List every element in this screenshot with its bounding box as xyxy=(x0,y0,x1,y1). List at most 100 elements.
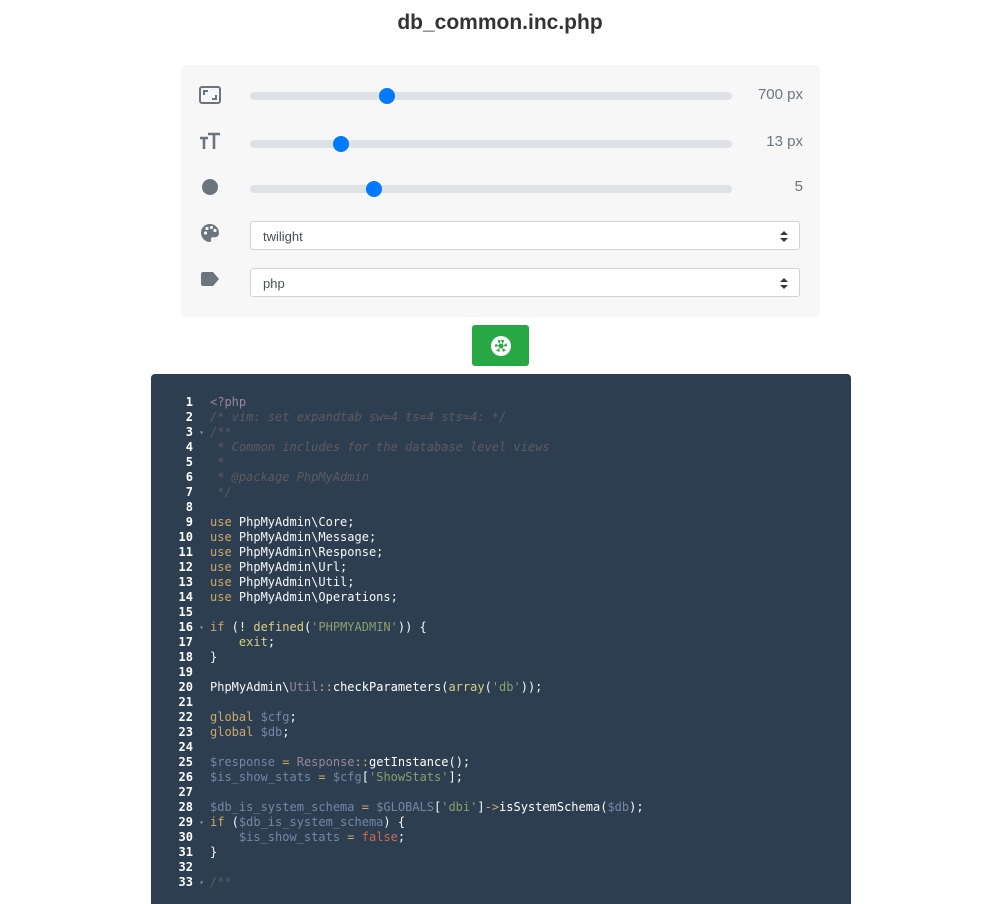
code-line: 33 ▾/** xyxy=(151,875,851,890)
line-text: exit; xyxy=(238,635,276,649)
line-number: 17 xyxy=(178,635,193,649)
code-line: 32 xyxy=(151,860,851,875)
line-text: * Common includes for the database level… xyxy=(210,440,550,454)
line-text: PhpMyAdmin\Util::checkParameters(array('… xyxy=(210,680,543,694)
fold-gutter xyxy=(193,440,210,455)
line-text: } xyxy=(210,650,218,664)
width-row: 700 px xyxy=(181,84,820,106)
code-line: 30 $is_show_stats = false; xyxy=(151,830,851,845)
fold-gutter xyxy=(193,575,210,590)
width-slider-thumb[interactable] xyxy=(379,88,396,104)
line-text: /** xyxy=(210,425,232,439)
line-number: 19 xyxy=(178,665,193,679)
line-text: } xyxy=(210,845,218,859)
padding-slider-thumb[interactable] xyxy=(365,181,382,197)
code-line: 22 global $cfg; xyxy=(151,710,851,725)
fold-arrow-icon[interactable]: ▾ xyxy=(193,875,210,890)
width-slider[interactable] xyxy=(250,88,732,104)
expand-icon xyxy=(199,84,221,106)
fold-gutter xyxy=(193,830,210,845)
line-text: use PhpMyAdmin\Util; xyxy=(210,575,355,589)
code-line: 20 PhpMyAdmin\Util::checkParameters(array… xyxy=(151,680,851,695)
line-text: use PhpMyAdmin\Message; xyxy=(210,530,377,544)
code-editor[interactable]: 1 <?php 2 /* vim: set expandtab sw=4 ts=4 s… xyxy=(151,374,851,904)
line-number: 28 xyxy=(178,800,193,814)
fold-gutter xyxy=(193,860,210,875)
line-number: 4 xyxy=(185,440,193,454)
line-number: 20 xyxy=(178,680,193,694)
camera-shutter-icon xyxy=(490,335,511,356)
line-number: 12 xyxy=(178,560,193,574)
fold-gutter xyxy=(193,695,210,710)
code-line: 15 xyxy=(151,605,851,620)
line-text: $response = Response::getInstance(); xyxy=(210,755,471,769)
code-line: 11 use PhpMyAdmin\Response; xyxy=(151,545,851,560)
fold-gutter xyxy=(193,710,210,725)
fold-arrow-icon[interactable]: ▾ xyxy=(193,815,210,830)
line-number: 6 xyxy=(185,470,193,484)
code-line: 7 */ xyxy=(151,485,851,500)
line-number: 27 xyxy=(178,785,193,799)
font-size-slider-thumb[interactable] xyxy=(332,136,349,152)
line-text: if (! defined('PHPMYADMIN')) { xyxy=(210,620,427,634)
language-select[interactable]: php xyxy=(250,268,800,297)
line-number: 5 xyxy=(185,455,193,469)
code-line: 8 xyxy=(151,500,851,515)
fold-gutter xyxy=(193,515,210,530)
line-number: 13 xyxy=(178,575,193,589)
code-line: 25 $response = Response::getInstance(); xyxy=(151,755,851,770)
width-value: 700 px xyxy=(757,86,803,103)
fold-gutter xyxy=(193,530,210,545)
code-line: 13 use PhpMyAdmin\Util; xyxy=(151,575,851,590)
line-number: 18 xyxy=(178,650,193,664)
line-text: use PhpMyAdmin\Core; xyxy=(210,515,355,529)
capture-button[interactable] xyxy=(472,325,529,366)
code-line: 3 ▾/** xyxy=(151,425,851,440)
line-number: 11 xyxy=(178,545,193,559)
fold-gutter xyxy=(193,470,210,485)
code-line: 23 global $db; xyxy=(151,725,851,740)
font-size-slider[interactable] xyxy=(250,136,732,152)
fold-arrow-icon[interactable]: ▾ xyxy=(193,425,210,440)
line-number: 9 xyxy=(185,515,193,529)
fold-gutter xyxy=(193,590,210,605)
line-number: 14 xyxy=(178,590,193,604)
fold-gutter xyxy=(193,680,210,695)
code-line: 1 <?php xyxy=(151,395,851,410)
palette-icon xyxy=(199,222,221,244)
line-number: 30 xyxy=(178,830,193,844)
padding-slider[interactable] xyxy=(250,181,732,197)
language-select-value: php xyxy=(263,276,285,291)
fold-gutter xyxy=(193,545,210,560)
line-number: 23 xyxy=(178,725,193,739)
line-text: <?php xyxy=(210,395,247,409)
circle-icon xyxy=(199,176,221,198)
line-number: 26 xyxy=(178,770,193,784)
fold-gutter xyxy=(193,395,210,410)
font-size-row: 13 px xyxy=(181,130,820,152)
line-text: /** xyxy=(210,875,232,889)
code-line: 24 xyxy=(151,740,851,755)
theme-select-value: twilight xyxy=(263,229,303,244)
line-text: $is_show_stats = false; xyxy=(238,830,406,844)
code-line: 26 $is_show_stats = $cfg['ShowStats']; xyxy=(151,770,851,785)
fold-gutter xyxy=(193,770,210,785)
line-text: * @package PhpMyAdmin xyxy=(210,470,369,484)
line-text: * xyxy=(210,455,225,469)
fold-gutter xyxy=(193,725,210,740)
line-number: 3 xyxy=(185,425,193,439)
code-lines: 1 <?php 2 /* vim: set expandtab sw=4 ts=4 s… xyxy=(151,395,851,890)
theme-select[interactable]: twilight xyxy=(250,221,800,250)
fold-arrow-icon[interactable]: ▾ xyxy=(193,620,210,635)
padding-row: 5 xyxy=(181,176,820,198)
fold-gutter xyxy=(193,455,210,470)
select-caret-icon xyxy=(780,231,788,242)
code-line: 17 exit; xyxy=(151,635,851,650)
code-line: 31} xyxy=(151,845,851,860)
line-number: 8 xyxy=(185,500,193,514)
line-text: use PhpMyAdmin\Url; xyxy=(210,560,348,574)
settings-panel: 700 px 13 px 5 twilight php xyxy=(181,65,820,317)
line-text: global $cfg; xyxy=(210,710,297,724)
line-number: 2 xyxy=(185,410,193,424)
fold-gutter xyxy=(193,605,210,620)
